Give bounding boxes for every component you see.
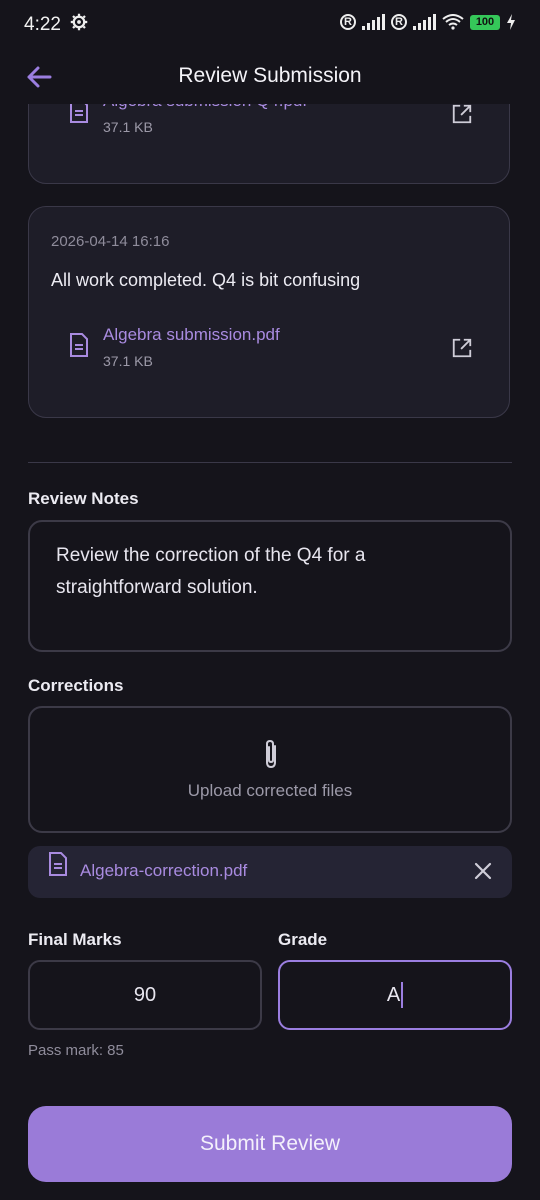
- document-icon: [49, 852, 67, 876]
- status-time: 4:22: [24, 14, 61, 35]
- signal-icon: [362, 14, 385, 30]
- close-icon[interactable]: [474, 862, 492, 880]
- attached-file-chip: Algebra-correction.pdf: [28, 846, 512, 898]
- registered-icon: R: [391, 14, 407, 30]
- review-notes-field[interactable]: Review the correction of the Q4 for a st…: [28, 520, 512, 652]
- final-marks-value: 90: [133, 983, 157, 1006]
- registered-icon: R: [340, 14, 356, 30]
- wifi-icon: [442, 14, 464, 30]
- attached-file-name[interactable]: Algebra-correction.pdf: [80, 861, 247, 881]
- submission-timestamp: 2026-04-14 16:16: [51, 233, 170, 250]
- attachment-row[interactable]: Algebra submission.pdf 37.1 KB: [69, 325, 280, 369]
- grade-label: Grade: [278, 930, 328, 949]
- battery-icon: 100: [470, 14, 500, 30]
- grade-input[interactable]: A: [278, 960, 512, 1030]
- paperclip-icon: [266, 739, 276, 769]
- attachment-name[interactable]: Algebra submission.pdf: [103, 325, 280, 345]
- status-icons: R R 100: [340, 14, 516, 30]
- submission-card: 2026-04-14 16:16 All work completed. Q4 …: [28, 206, 510, 418]
- charging-icon: [507, 14, 515, 30]
- review-notes-label: Review Notes: [28, 489, 139, 508]
- upload-corrections-button[interactable]: Upload corrected files: [28, 706, 512, 833]
- open-external-icon[interactable]: [451, 337, 473, 359]
- submission-message: All work completed. Q4 is bit confusing: [51, 270, 361, 290]
- pass-mark-hint: Pass mark: 85: [28, 1042, 124, 1059]
- document-icon: [70, 333, 88, 357]
- open-external-icon[interactable]: [451, 103, 473, 125]
- divider: [28, 462, 512, 463]
- page-title: Review Submission: [178, 64, 362, 87]
- submit-review-button[interactable]: Submit Review: [28, 1106, 512, 1182]
- corrections-label: Corrections: [28, 676, 124, 695]
- text-cursor: [401, 982, 404, 1008]
- final-marks-input[interactable]: 90: [28, 960, 262, 1030]
- attachment-size: 37.1 KB: [103, 353, 153, 369]
- final-marks-label: Final Marks: [28, 930, 122, 949]
- upload-text: Upload corrected files: [187, 781, 353, 800]
- attachment-size: 37.1 KB: [103, 119, 153, 135]
- status-bar: 4:22 R R 100: [0, 0, 540, 50]
- signal-icon: [413, 14, 436, 30]
- grade-value: A: [386, 983, 401, 1006]
- app-bar: Review Submission: [0, 50, 540, 104]
- settings-gear-icon: [70, 13, 88, 31]
